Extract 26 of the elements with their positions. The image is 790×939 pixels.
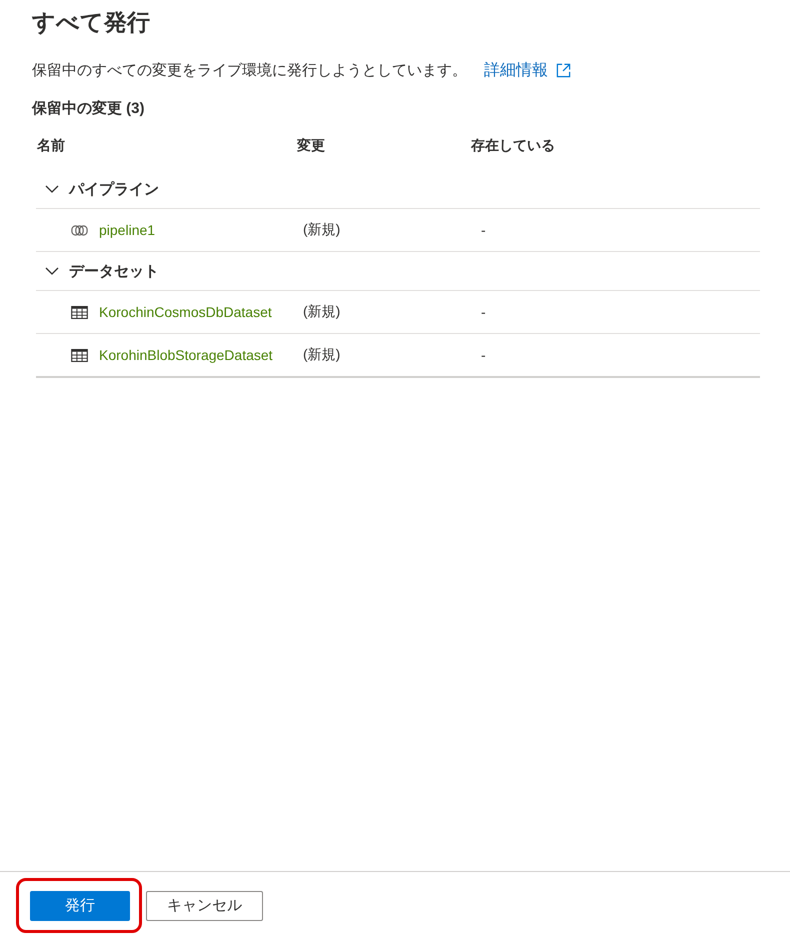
- group-label: パイプライン: [69, 180, 159, 198]
- exists-cell: -: [481, 347, 486, 363]
- change-cell: (新規): [303, 346, 340, 364]
- exists-cell: -: [481, 304, 486, 320]
- column-header: 存在している: [471, 137, 555, 155]
- change-cell: (新規): [303, 303, 340, 321]
- change-cell: (新規): [303, 221, 340, 239]
- table-icon: [71, 306, 88, 318]
- learn-more-link[interactable]: 詳細情報: [484, 60, 548, 80]
- resource-link[interactable]: pipeline1: [99, 222, 156, 238]
- pipeline-icon: [71, 224, 88, 236]
- cancel-button[interactable]: キャンセル: [146, 890, 263, 920]
- group-label: データセット: [69, 262, 159, 280]
- external-link-icon: [556, 62, 571, 78]
- section-heading: 保留中の変更 (3): [32, 99, 146, 119]
- publish-button[interactable]: 発行: [30, 890, 130, 920]
- description-text: 保留中のすべての変更をライブ環境に発行しようとしています。: [32, 60, 467, 80]
- panel-title: すべて発行: [32, 8, 151, 37]
- chevron-icon[interactable]: [45, 185, 59, 193]
- resource-link[interactable]: KorochinCosmosDbDataset: [99, 304, 272, 320]
- column-header: 変更: [297, 137, 325, 155]
- resource-link[interactable]: KorohinBlobStorageDataset: [99, 347, 273, 363]
- chevron-icon[interactable]: [45, 267, 59, 275]
- column-header: 名前: [37, 137, 65, 155]
- exists-cell: -: [481, 222, 486, 238]
- table-icon: [71, 348, 88, 362]
